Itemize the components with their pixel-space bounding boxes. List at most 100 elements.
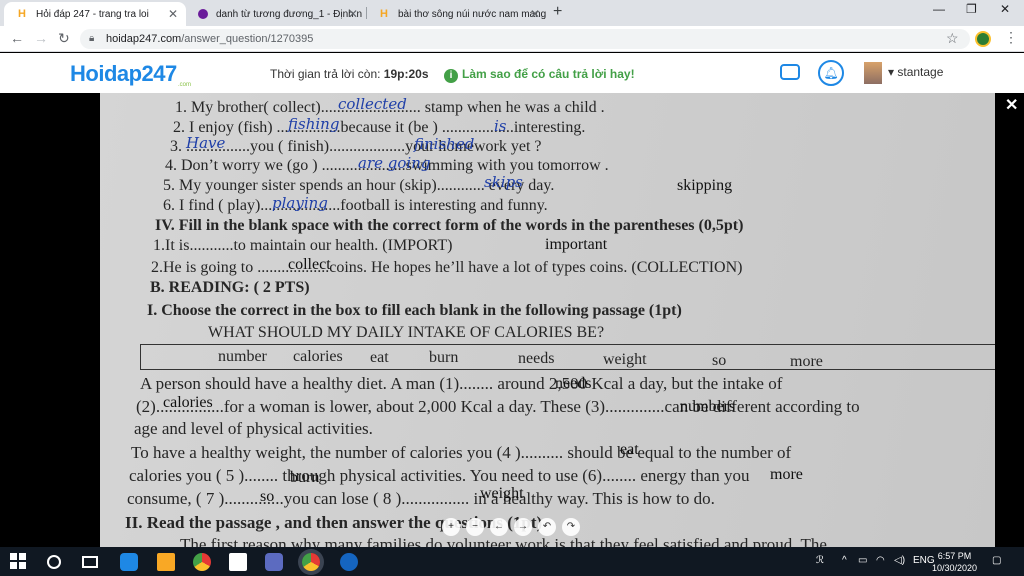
worksheet-line: 6. I find ( play)....................foo… [163, 197, 548, 214]
hoidap-icon: H [380, 8, 388, 20]
worksheet-line: 3. ................you ( finish)........… [170, 138, 542, 155]
box-word: needs [518, 350, 555, 367]
tab-title: Hỏi đáp 247 - trang tra loi [36, 8, 149, 20]
passage-line: age and level of physical activities. [134, 419, 373, 438]
tab-dictionary[interactable]: danh từ tương đương_1 - Định n ✕ [186, 2, 366, 26]
worksheet-heading: I. Choose the correct in the box to fill… [147, 302, 682, 319]
typed-answer: collect [288, 256, 331, 273]
tab-poem[interactable]: H bài thơ sông núi nước nam mang ✕ [366, 2, 548, 26]
volume-icon[interactable]: ◁) [894, 555, 905, 566]
dict-icon [198, 9, 208, 19]
minimize-button[interactable]: — [933, 2, 945, 16]
hoidap-icon: H [18, 8, 26, 20]
menu-icon[interactable]: ⋮ [1004, 29, 1018, 46]
passage-line: calories you ( 5 )........ through physi… [129, 466, 750, 485]
username[interactable]: ▾ stantage [888, 65, 943, 79]
address-bar[interactable]: 🔒︎ hoidap247.com/answer_question/1270395 [80, 29, 970, 49]
tab-title: danh từ tương đương_1 - Định n [216, 8, 363, 20]
handwritten-answer: skips [484, 173, 523, 191]
tab-hoidap[interactable]: H Hỏi đáp 247 - trang tra loi ✕ [4, 2, 186, 26]
zalo-icon[interactable] [340, 553, 358, 571]
store-icon[interactable] [229, 553, 247, 571]
site-logo[interactable]: Hoidap247 [70, 61, 177, 87]
windows-start-icon[interactable] [10, 553, 28, 571]
box-word: number [218, 348, 267, 365]
box-word: more [790, 353, 823, 370]
handwritten-answer: Have [186, 134, 226, 152]
photo-viewer: 1. My brother( collect).................… [0, 93, 1024, 547]
avatar[interactable] [864, 62, 882, 84]
extension-icon[interactable] [975, 31, 991, 47]
close-icon[interactable]: ✕ [168, 7, 178, 21]
passage-line: A person should have a healthy diet. A m… [140, 374, 783, 393]
chat-icon[interactable] [780, 64, 800, 80]
typed-answer: important [545, 236, 608, 253]
typed-answer: more [770, 466, 803, 483]
close-window-button[interactable]: ✕ [1000, 2, 1010, 16]
notification-icon[interactable]: ▢ [992, 555, 1001, 566]
typed-answer: so [260, 488, 275, 505]
move-left-icon[interactable]: ← [490, 518, 508, 536]
worksheet-photo: 1. My brother( collect).................… [100, 93, 995, 547]
close-icon[interactable]: ✕ [530, 7, 540, 21]
handwritten-answer: are going [358, 154, 431, 172]
word-box [140, 344, 995, 370]
worksheet-heading: B. READING: ( 2 PTS) [150, 279, 310, 296]
passage-title: WHAT SHOULD MY DAILY INTAKE OF CALORIES … [208, 324, 605, 341]
logo-suffix: .com [178, 82, 192, 88]
move-right-icon[interactable]: → [514, 518, 532, 536]
task-view-icon[interactable] [82, 556, 98, 568]
file-explorer-icon[interactable] [157, 553, 175, 571]
answer-timer: Thời gian trả lời còn: 19p:20s [270, 67, 429, 81]
handwritten-answer: collected [338, 95, 407, 113]
image-toolbar: + − ← → ↶ ↷ [442, 518, 580, 536]
zoom-out-icon[interactable]: − [466, 518, 484, 536]
box-word: burn [429, 349, 459, 366]
handwritten-answer: fishing [288, 115, 340, 133]
search-icon[interactable] [47, 555, 61, 569]
box-word: weight [603, 351, 647, 368]
back-button[interactable]: ← [10, 30, 24, 46]
clock-date: 10/30/2020 [932, 563, 978, 573]
people-icon[interactable]: ℛ [816, 555, 824, 566]
zoom-in-icon[interactable]: + [442, 518, 460, 536]
passage-line: The first reason why many families do vo… [180, 535, 827, 547]
passage-line: To have a healthy weight, the number of … [131, 443, 792, 462]
chrome-active-icon[interactable] [302, 553, 320, 571]
howto-link[interactable]: i Làm sao để có câu trả lời hay! [444, 67, 635, 83]
typed-answer: calories [163, 394, 213, 411]
close-viewer-icon[interactable]: ✕ [1005, 95, 1018, 115]
tab-title: bài thơ sông núi nước nam mang [398, 8, 547, 20]
bookmark-star-icon[interactable]: ☆ [946, 30, 959, 47]
typed-answer: burn [290, 469, 320, 486]
box-word: calories [293, 348, 343, 365]
bell-icon[interactable]: 🔔︎ [818, 60, 844, 86]
restore-button[interactable]: ❐ [966, 2, 977, 16]
clock-time: 6:57 PM [937, 551, 972, 561]
close-icon[interactable]: ✕ [348, 7, 358, 21]
worksheet-line: 2. I enjoy (fish) ................becaus… [173, 119, 586, 136]
clock[interactable]: 6:57 PM 10/30/2020 [932, 550, 977, 574]
forward-button[interactable]: → [34, 30, 48, 46]
timer-value: 19p:20s [383, 67, 429, 81]
passage-line: (2)................for a woman is lower,… [136, 397, 860, 416]
rotate-left-icon[interactable]: ↶ [538, 518, 556, 536]
new-tab-button[interactable]: + [553, 3, 562, 21]
handwritten-answer: playing [272, 194, 328, 212]
edge-icon[interactable] [120, 553, 138, 571]
chrome-icon[interactable] [193, 553, 211, 571]
worksheet-line: 2.He is going to ..................coins… [151, 259, 743, 276]
typed-answer: weight [480, 485, 524, 502]
chevron-up-icon[interactable]: ^ [842, 555, 847, 566]
tab-strip: H Hỏi đáp 247 - trang tra loi ✕ danh từ … [0, 0, 1024, 26]
teams-icon[interactable] [265, 553, 283, 571]
battery-icon[interactable]: ▭ [858, 555, 867, 566]
rotate-right-icon[interactable]: ↷ [562, 518, 580, 536]
box-word: eat [370, 349, 389, 366]
typed-answer: needs [555, 375, 592, 392]
typed-answer: skipping [677, 177, 733, 194]
network-icon[interactable]: ◠ [876, 555, 885, 566]
box-word: so [712, 352, 727, 369]
timer-label: Thời gian trả lời còn: [270, 67, 381, 81]
reload-button[interactable]: ↻ [58, 30, 70, 47]
